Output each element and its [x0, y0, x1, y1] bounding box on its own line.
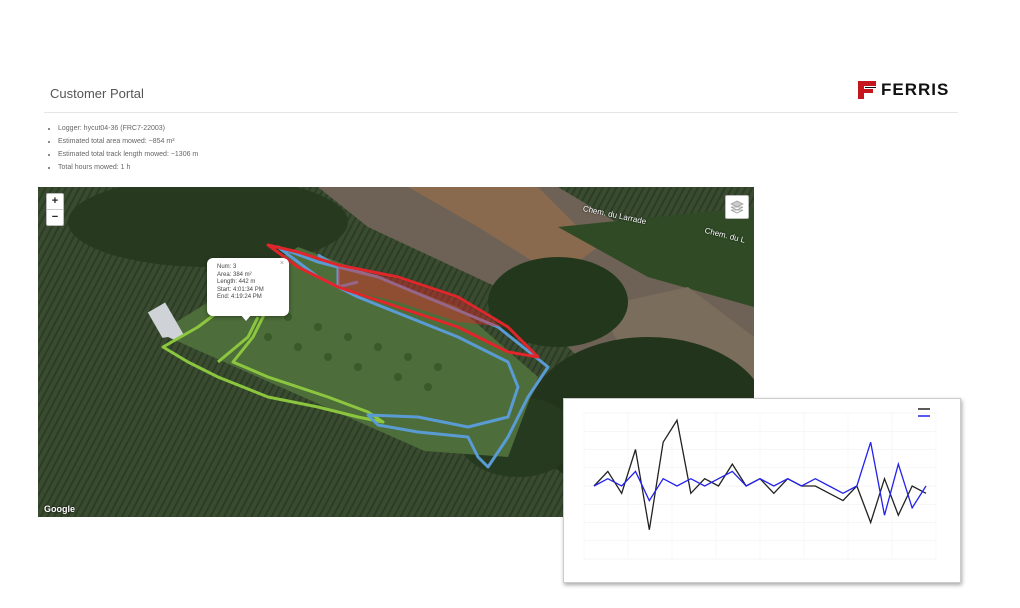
popup-num: Num: 3 — [217, 264, 237, 270]
popup-end: End: 4:19:24 PM — [217, 294, 262, 300]
page-title: Customer Portal — [50, 86, 144, 101]
zoom-out-button[interactable]: − — [47, 209, 63, 225]
logo-text: FERRIS — [881, 80, 950, 99]
zoom-control: + − — [46, 193, 64, 226]
brand-logo: FERRIS — [856, 80, 949, 100]
layers-icon — [730, 200, 744, 214]
stat-track-length: Estimated total track length mowed: ~130… — [58, 148, 198, 161]
chart-card — [563, 398, 961, 583]
track-popup: × Num: 3 Area: 384 m² Length: 442 m Star… — [207, 258, 289, 321]
layers-button[interactable] — [725, 195, 749, 219]
zoom-in-button[interactable]: + — [47, 194, 63, 209]
stat-hours: Total hours mowed: 1 h — [58, 161, 198, 174]
popup-close-button[interactable]: × — [280, 260, 284, 268]
stat-area: Estimated total area mowed: ~854 m² — [58, 135, 198, 148]
stats-list: Logger: hycut04-36 (FRC7-22003) Estimate… — [44, 122, 198, 174]
popup-area: Area: 384 m² — [217, 271, 252, 278]
chart-svg — [583, 408, 937, 560]
map-attribution: Google — [44, 504, 75, 514]
popup-start: Start: 4:01:34 PM — [217, 286, 264, 293]
header-divider — [44, 112, 958, 113]
ferris-logo-icon — [858, 81, 876, 99]
popup-length: Length: 442 m — [217, 279, 256, 285]
stat-logger: Logger: hycut04-36 (FRC7-22003) — [58, 122, 198, 135]
popup-tip — [240, 314, 252, 321]
